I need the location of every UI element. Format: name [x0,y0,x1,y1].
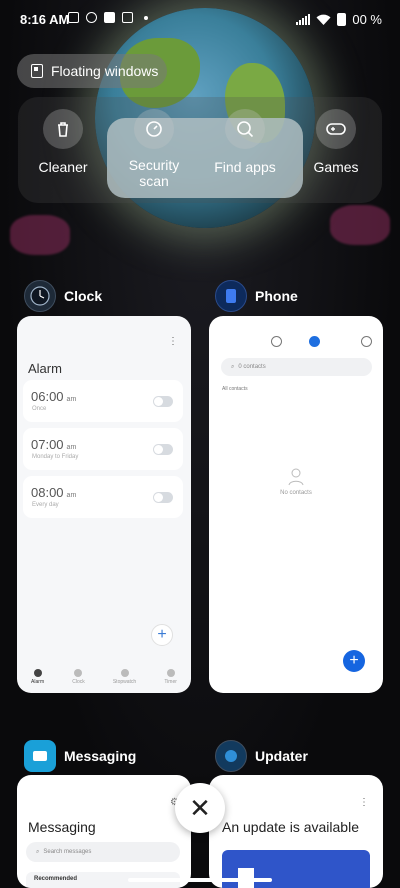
alarm-icon [33,669,42,677]
messaging-app-name: Messaging [64,748,137,764]
app-badge-icon [122,12,133,23]
floating-window-icon [31,64,43,78]
alarm-item[interactable]: 08:00 am Every day [23,476,183,518]
search-icon: ⌕ [231,363,235,370]
battery-icon [337,13,347,26]
person-icon [288,468,304,486]
shield-scan-icon [134,109,174,149]
phone-tabs [209,336,383,352]
messages-search-input[interactable]: ⌕ Search messages [26,842,180,862]
contacts-search-input[interactable]: ⌕ 0 contacts [221,358,372,376]
alarm-time: 06:00 am [31,389,77,404]
status-bar: 8:16 AM 00 % [0,0,400,40]
settings-icon [86,12,97,23]
messaging-screen-title: Messaging [28,819,96,835]
clock-screen-title: Alarm [28,361,62,376]
more-menu-icon[interactable]: ⋮ [168,336,178,347]
timer-icon [166,669,175,677]
alarm-repeat: Monday to Friday [32,454,79,460]
updater-app-card[interactable]: ⋮ An update is available [209,775,383,888]
clock-icon [74,669,83,677]
alarm-item[interactable]: 07:00 am Monday to Friday [23,428,183,470]
settings-icon[interactable] [361,336,372,347]
wallpaper-hand [10,215,70,255]
updater-screen-title: An update is available [222,819,359,835]
home-indicator[interactable] [128,878,272,882]
phone-app-icon [215,280,247,312]
signal-icon [296,14,311,25]
messaging-app-icon [24,740,56,772]
contacts-tab-icon[interactable] [309,336,320,347]
trash-icon [43,109,83,149]
updater-app-icon [215,740,247,772]
update-banner [222,850,370,888]
no-contacts-text: No contacts [280,490,312,496]
find-apps-label: Find apps [214,159,276,175]
alarm-repeat: Once [32,406,47,412]
nav-stopwatch[interactable]: Stopwatch [113,659,136,693]
stopwatch-icon [120,669,129,677]
phone-app-name: Phone [255,288,298,304]
search-apps-icon [225,109,265,149]
floating-windows-button[interactable]: Floating windows [17,54,167,88]
alarm-time: 08:00 am [31,485,77,500]
alarm-repeat: Every day [32,502,59,508]
more-menu-icon[interactable]: ⋮ [359,797,369,808]
square-icon [104,12,115,23]
all-contacts-filter[interactable]: All contacts [222,386,248,392]
quick-actions-panel: Cleaner Security scan Find apps Games [18,97,382,203]
alarm-toggle[interactable] [153,492,173,503]
cleaner-label: Cleaner [38,159,88,175]
status-time: 8:16 AM [20,12,70,27]
updater-app-header[interactable]: Updater [215,740,308,772]
wallpaper-hand [330,205,390,245]
add-alarm-button[interactable]: + [151,624,173,646]
security-scan-button[interactable]: Security scan [109,109,199,189]
clock-app-name: Clock [64,288,103,304]
notification-icons [68,12,148,23]
updater-app-name: Updater [255,748,308,764]
phone-app-header[interactable]: Phone [215,280,298,312]
clock-bottom-nav: Alarm Clock Stopwatch Timer [17,659,191,693]
nav-alarm[interactable]: Alarm [31,659,44,693]
alarm-item[interactable]: 06:00 am Once [23,380,183,422]
call-log-tab-icon[interactable] [271,336,282,347]
phone-app-card[interactable]: ⌕ 0 contacts All contacts No contacts + [209,316,383,693]
alarm-time: 07:00 am [31,437,77,452]
floating-windows-label: Floating windows [51,63,159,79]
games-label: Games [313,159,359,175]
games-button[interactable]: Games [291,109,381,175]
find-apps-button[interactable]: Find apps [200,109,290,175]
messaging-app-card[interactable]: ⚙ Messaging ⌕ Search messages Recommende… [17,775,191,888]
nav-clock[interactable]: Clock [72,659,85,693]
alarm-toggle[interactable] [153,444,173,455]
wifi-icon [316,14,331,25]
clock-app-header[interactable]: Clock [24,280,102,312]
nav-timer[interactable]: Timer [164,659,177,693]
add-contact-button[interactable]: + [343,650,365,672]
gamepad-icon [316,109,356,149]
vibrate-icon [68,12,79,23]
clock-app-card[interactable]: ⋮ Alarm 06:00 am Once 07:00 am Monday to F… [17,316,191,693]
clock-app-icon [24,280,56,312]
alarm-toggle[interactable] [153,396,173,407]
security-scan-label: Security scan [128,157,180,189]
battery-percent: 00 % [352,12,382,27]
close-all-button[interactable]: ✕ [175,783,225,833]
messaging-app-header[interactable]: Messaging [24,740,136,772]
cleaner-button[interactable]: Cleaner [18,109,108,175]
search-icon: ⌕ [36,848,40,855]
dot-icon [144,15,148,20]
system-icons: 00 % [296,12,382,27]
